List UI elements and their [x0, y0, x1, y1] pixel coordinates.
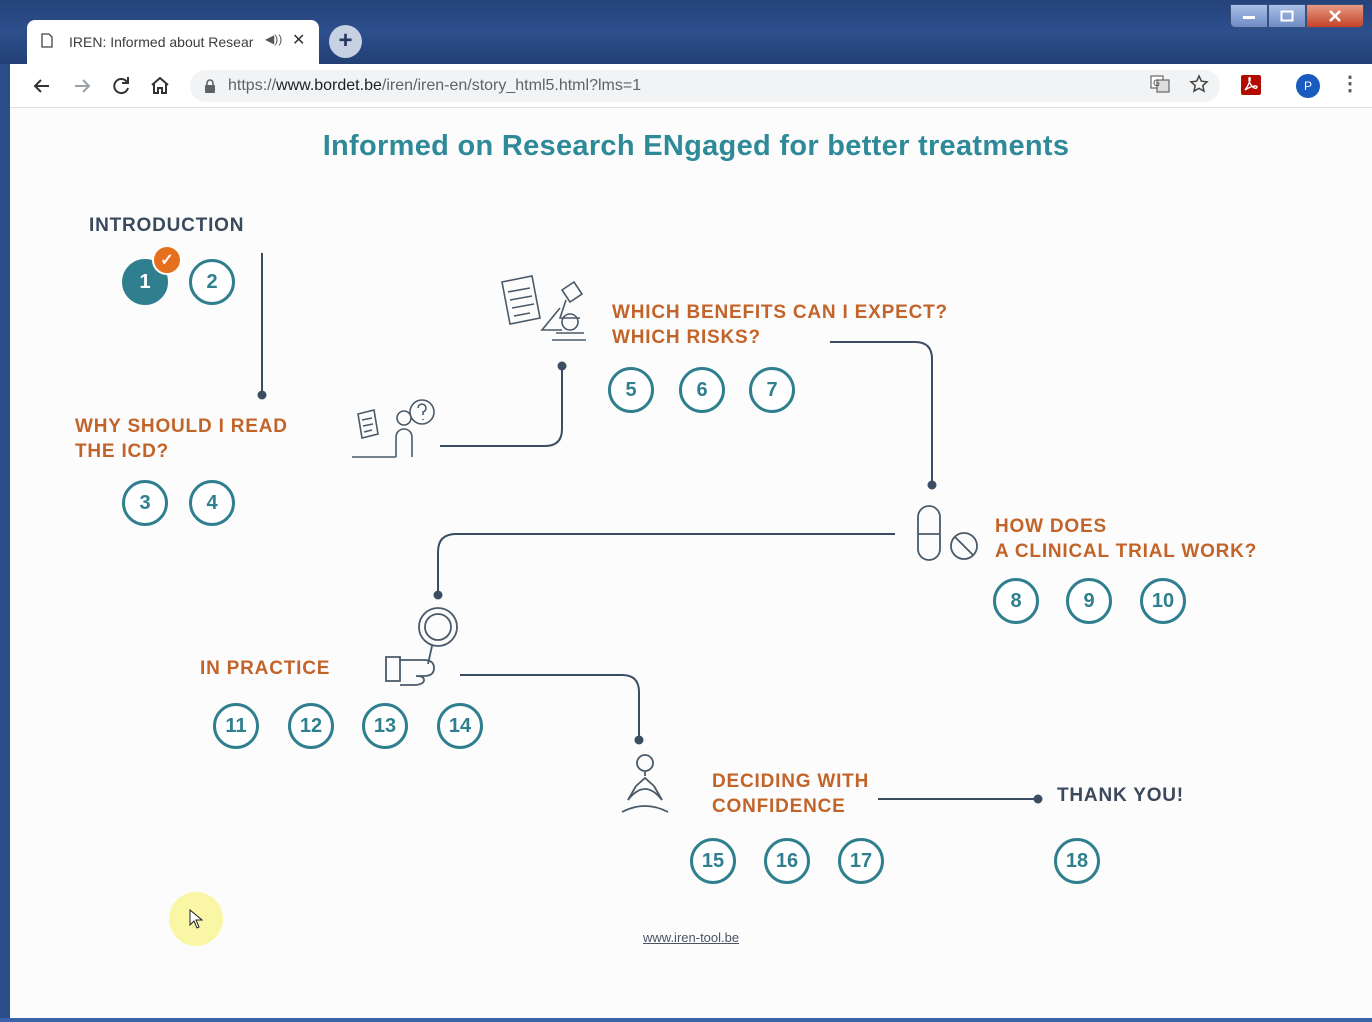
- module-button[interactable]: 6: [679, 367, 725, 413]
- section-in-practice-title: IN PRACTICE: [200, 658, 331, 679]
- module-button[interactable]: 12: [288, 703, 334, 749]
- maximize-button[interactable]: [1268, 4, 1306, 28]
- section-title-line: A CLINICAL TRIAL WORK?: [995, 541, 1258, 562]
- page-title: Informed on Research ENgaged for better …: [322, 130, 1070, 162]
- maximize-icon: [1280, 10, 1294, 22]
- tab-close-icon[interactable]: ✕: [292, 30, 305, 50]
- close-icon: [1329, 10, 1341, 22]
- module-button[interactable]: 13: [362, 703, 408, 749]
- section-title-line: WHY SHOULD I READ: [75, 416, 288, 437]
- footer-link[interactable]: www.iren-tool.be: [643, 930, 739, 945]
- tab-title: IREN: Informed about Resear: [69, 34, 254, 50]
- module-button[interactable]: 11: [213, 703, 259, 749]
- forward-arrow-icon[interactable]: [70, 74, 94, 98]
- section-why-read-title: WHY SHOULD I READ THE ICD?: [75, 414, 288, 464]
- svg-text:G: G: [1153, 79, 1160, 89]
- checkmark-icon: ✓: [152, 245, 182, 275]
- module-button[interactable]: 18: [1054, 838, 1100, 884]
- mouse-pointer-icon: [189, 909, 203, 929]
- pdf-icon[interactable]: [1240, 74, 1262, 96]
- section-title-line: WHICH RISKS?: [612, 327, 761, 348]
- module-button[interactable]: 10: [1140, 578, 1186, 624]
- section-clinical-trial-title: HOW DOES A CLINICAL TRIAL WORK?: [995, 514, 1257, 564]
- module-button[interactable]: 5: [608, 367, 654, 413]
- document-icon: [41, 33, 53, 48]
- module-button[interactable]: 16: [764, 838, 810, 884]
- section-title-line: DECIDING WITH: [712, 771, 870, 792]
- section-introduction-title: INTRODUCTION: [89, 215, 245, 236]
- minimize-icon: [1243, 16, 1255, 19]
- back-arrow-icon[interactable]: [30, 74, 54, 98]
- module-button[interactable]: 3: [122, 480, 168, 526]
- section-thank-you-title: THANK YOU!: [1057, 785, 1184, 806]
- window-controls: [1230, 4, 1364, 28]
- window-titlebar: IREN: Informed about Resear ◀)) ✕ +: [0, 0, 1372, 64]
- section-title-line: CONFIDENCE: [712, 796, 846, 817]
- module-button[interactable]: 14: [437, 703, 483, 749]
- section-benefits-title: WHICH BENEFITS CAN I EXPECT? WHICH RISKS…: [612, 300, 948, 350]
- module-button[interactable]: 8: [993, 578, 1039, 624]
- lock-icon: [205, 79, 215, 93]
- profile-avatar[interactable]: P: [1296, 74, 1320, 98]
- module-button[interactable]: 17: [838, 838, 884, 884]
- module-button[interactable]: 15: [690, 838, 736, 884]
- home-icon[interactable]: [148, 74, 172, 98]
- menu-dots-icon[interactable]: ⋮: [1340, 72, 1360, 96]
- module-button[interactable]: 4: [189, 480, 235, 526]
- section-deciding-title: DECIDING WITH CONFIDENCE: [712, 769, 869, 819]
- window-frame: [0, 64, 10, 1022]
- browser-tab[interactable]: IREN: Informed about Resear ◀)) ✕: [27, 20, 319, 64]
- module-button[interactable]: 2: [189, 259, 235, 305]
- address-bar[interactable]: https://www.bordet.be/iren/iren-en/story…: [190, 70, 1220, 102]
- window-frame-bottom: [0, 1018, 1372, 1022]
- new-tab-button[interactable]: +: [329, 25, 362, 58]
- module-button[interactable]: 7: [749, 367, 795, 413]
- section-title-line: HOW DOES: [995, 516, 1107, 537]
- module-button[interactable]: 9: [1066, 578, 1112, 624]
- url-text: https://www.bordet.be/iren/iren-en/story…: [228, 77, 642, 94]
- section-title-line: WHICH BENEFITS CAN I EXPECT?: [612, 302, 948, 323]
- browser-toolbar: https://www.bordet.be/iren/iren-en/story…: [0, 64, 1372, 108]
- minimize-button[interactable]: [1230, 4, 1268, 28]
- reload-icon[interactable]: [109, 74, 133, 98]
- translate-icon[interactable]: G: [1150, 74, 1170, 94]
- close-window-button[interactable]: [1306, 4, 1364, 28]
- section-title-line: THE ICD?: [75, 441, 170, 462]
- star-icon[interactable]: [1189, 74, 1209, 94]
- speaker-icon[interactable]: ◀)): [265, 32, 282, 46]
